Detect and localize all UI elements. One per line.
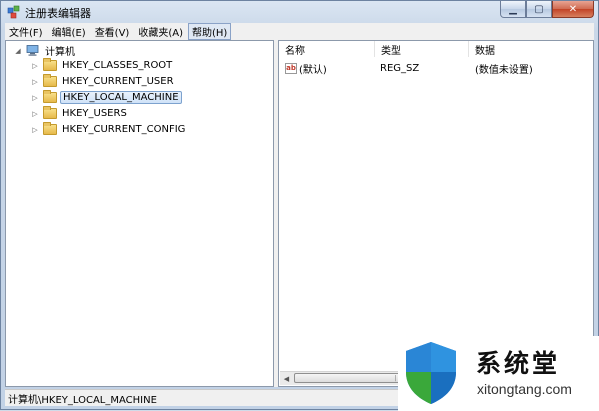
window-title: 注册表编辑器 — [25, 7, 91, 20]
value-type: REG_SZ — [380, 62, 420, 74]
column-header-data[interactable]: 数据 — [469, 41, 593, 57]
registry-editor-window: 注册表编辑器 ▁ ▢ ✕ 文件(F) 编辑(E) 查看(V) 收藏夹(A) 帮助… — [0, 0, 599, 411]
folder-icon — [43, 74, 57, 87]
column-header-type[interactable]: 类型 — [375, 41, 469, 57]
string-value-icon: ab — [285, 62, 297, 74]
value-row-name[interactable]: ab (默认) — [285, 60, 327, 76]
expand-icon[interactable]: ▷ — [31, 126, 39, 134]
registry-icon — [7, 5, 20, 19]
value-row-data: (数值未设置) — [475, 60, 533, 76]
scroll-left-icon[interactable]: ◀ — [280, 372, 293, 385]
folder-icon — [43, 90, 57, 103]
expand-icon[interactable]: ▷ — [31, 62, 39, 70]
maximize-icon: ▢ — [534, 3, 544, 15]
value-name: (默认) — [299, 64, 327, 76]
main-content: ◢ 计算机 ▷ HKEY_CLASSES_ROOT ▷ HKEY_CURRENT… — [5, 40, 594, 387]
watermark-url: xitongtang.com — [477, 381, 572, 397]
tree-item-label: HKEY_CLASSES_ROOT — [62, 60, 173, 71]
value-data: (数值未设置) — [475, 64, 533, 76]
tree-item-label: HKEY_USERS — [62, 108, 127, 119]
menu-help[interactable]: 帮助(H) — [188, 23, 232, 40]
tree-item-label: HKEY_CURRENT_CONFIG — [62, 124, 186, 135]
title-bar: 注册表编辑器 ▁ ▢ ✕ — [1, 1, 598, 23]
menu-edit[interactable]: 编辑(E) — [48, 24, 90, 39]
watermark-logo: 系统堂 xitongtang.com — [398, 336, 599, 411]
status-path: 计算机\HKEY_LOCAL_MACHINE — [8, 394, 157, 406]
caption-buttons: ▁ ▢ ✕ — [500, 1, 594, 19]
minimize-icon: ▁ — [509, 3, 517, 15]
menu-file[interactable]: 文件(F) — [5, 24, 47, 39]
collapse-icon[interactable]: ◢ — [14, 47, 22, 55]
folder-icon — [43, 58, 57, 71]
shield-logo-icon — [406, 342, 456, 404]
expand-icon[interactable]: ▷ — [31, 78, 39, 86]
close-icon: ✕ — [568, 3, 578, 15]
maximize-button[interactable]: ▢ — [526, 1, 552, 18]
expand-icon[interactable]: ▷ — [31, 94, 39, 102]
column-header-name[interactable]: 名称 — [279, 41, 375, 57]
watermark-name: 系统堂 — [476, 349, 561, 378]
folder-icon — [43, 122, 57, 135]
tree-item-label: HKEY_CURRENT_USER — [62, 76, 174, 87]
menu-bar: 文件(F) 编辑(E) 查看(V) 收藏夹(A) 帮助(H) — [5, 23, 594, 41]
key-tree-pane[interactable]: ◢ 计算机 ▷ HKEY_CLASSES_ROOT ▷ HKEY_CURRENT… — [5, 40, 274, 387]
folder-icon — [43, 106, 57, 119]
tree-item-hku[interactable]: ▷ HKEY_USERS — [31, 106, 129, 121]
values-list-pane[interactable]: 名称 类型 数据 ab (默认) REG_SZ (数值未设置) ◀ ||| — [278, 40, 594, 387]
tree-item-hklm[interactable]: ▷ HKEY_LOCAL_MACHINE — [31, 90, 182, 105]
tree-item-hkcr[interactable]: ▷ HKEY_CLASSES_ROOT — [31, 58, 174, 73]
computer-icon — [26, 45, 39, 56]
menu-view[interactable]: 查看(V) — [91, 24, 134, 39]
tree-root-label: 计算机 — [45, 47, 75, 58]
close-button[interactable]: ✕ — [552, 1, 594, 18]
tree-root[interactable]: ◢ 计算机 — [14, 43, 77, 58]
minimize-button[interactable]: ▁ — [500, 1, 526, 18]
value-row-type: REG_SZ — [380, 60, 419, 76]
tree-item-label-selected: HKEY_LOCAL_MACHINE — [60, 91, 182, 104]
tree-item-hkcu[interactable]: ▷ HKEY_CURRENT_USER — [31, 74, 176, 89]
menu-favorites[interactable]: 收藏夹(A) — [134, 24, 187, 39]
expand-icon[interactable]: ▷ — [31, 110, 39, 118]
tree-item-hkcc[interactable]: ▷ HKEY_CURRENT_CONFIG — [31, 122, 187, 137]
